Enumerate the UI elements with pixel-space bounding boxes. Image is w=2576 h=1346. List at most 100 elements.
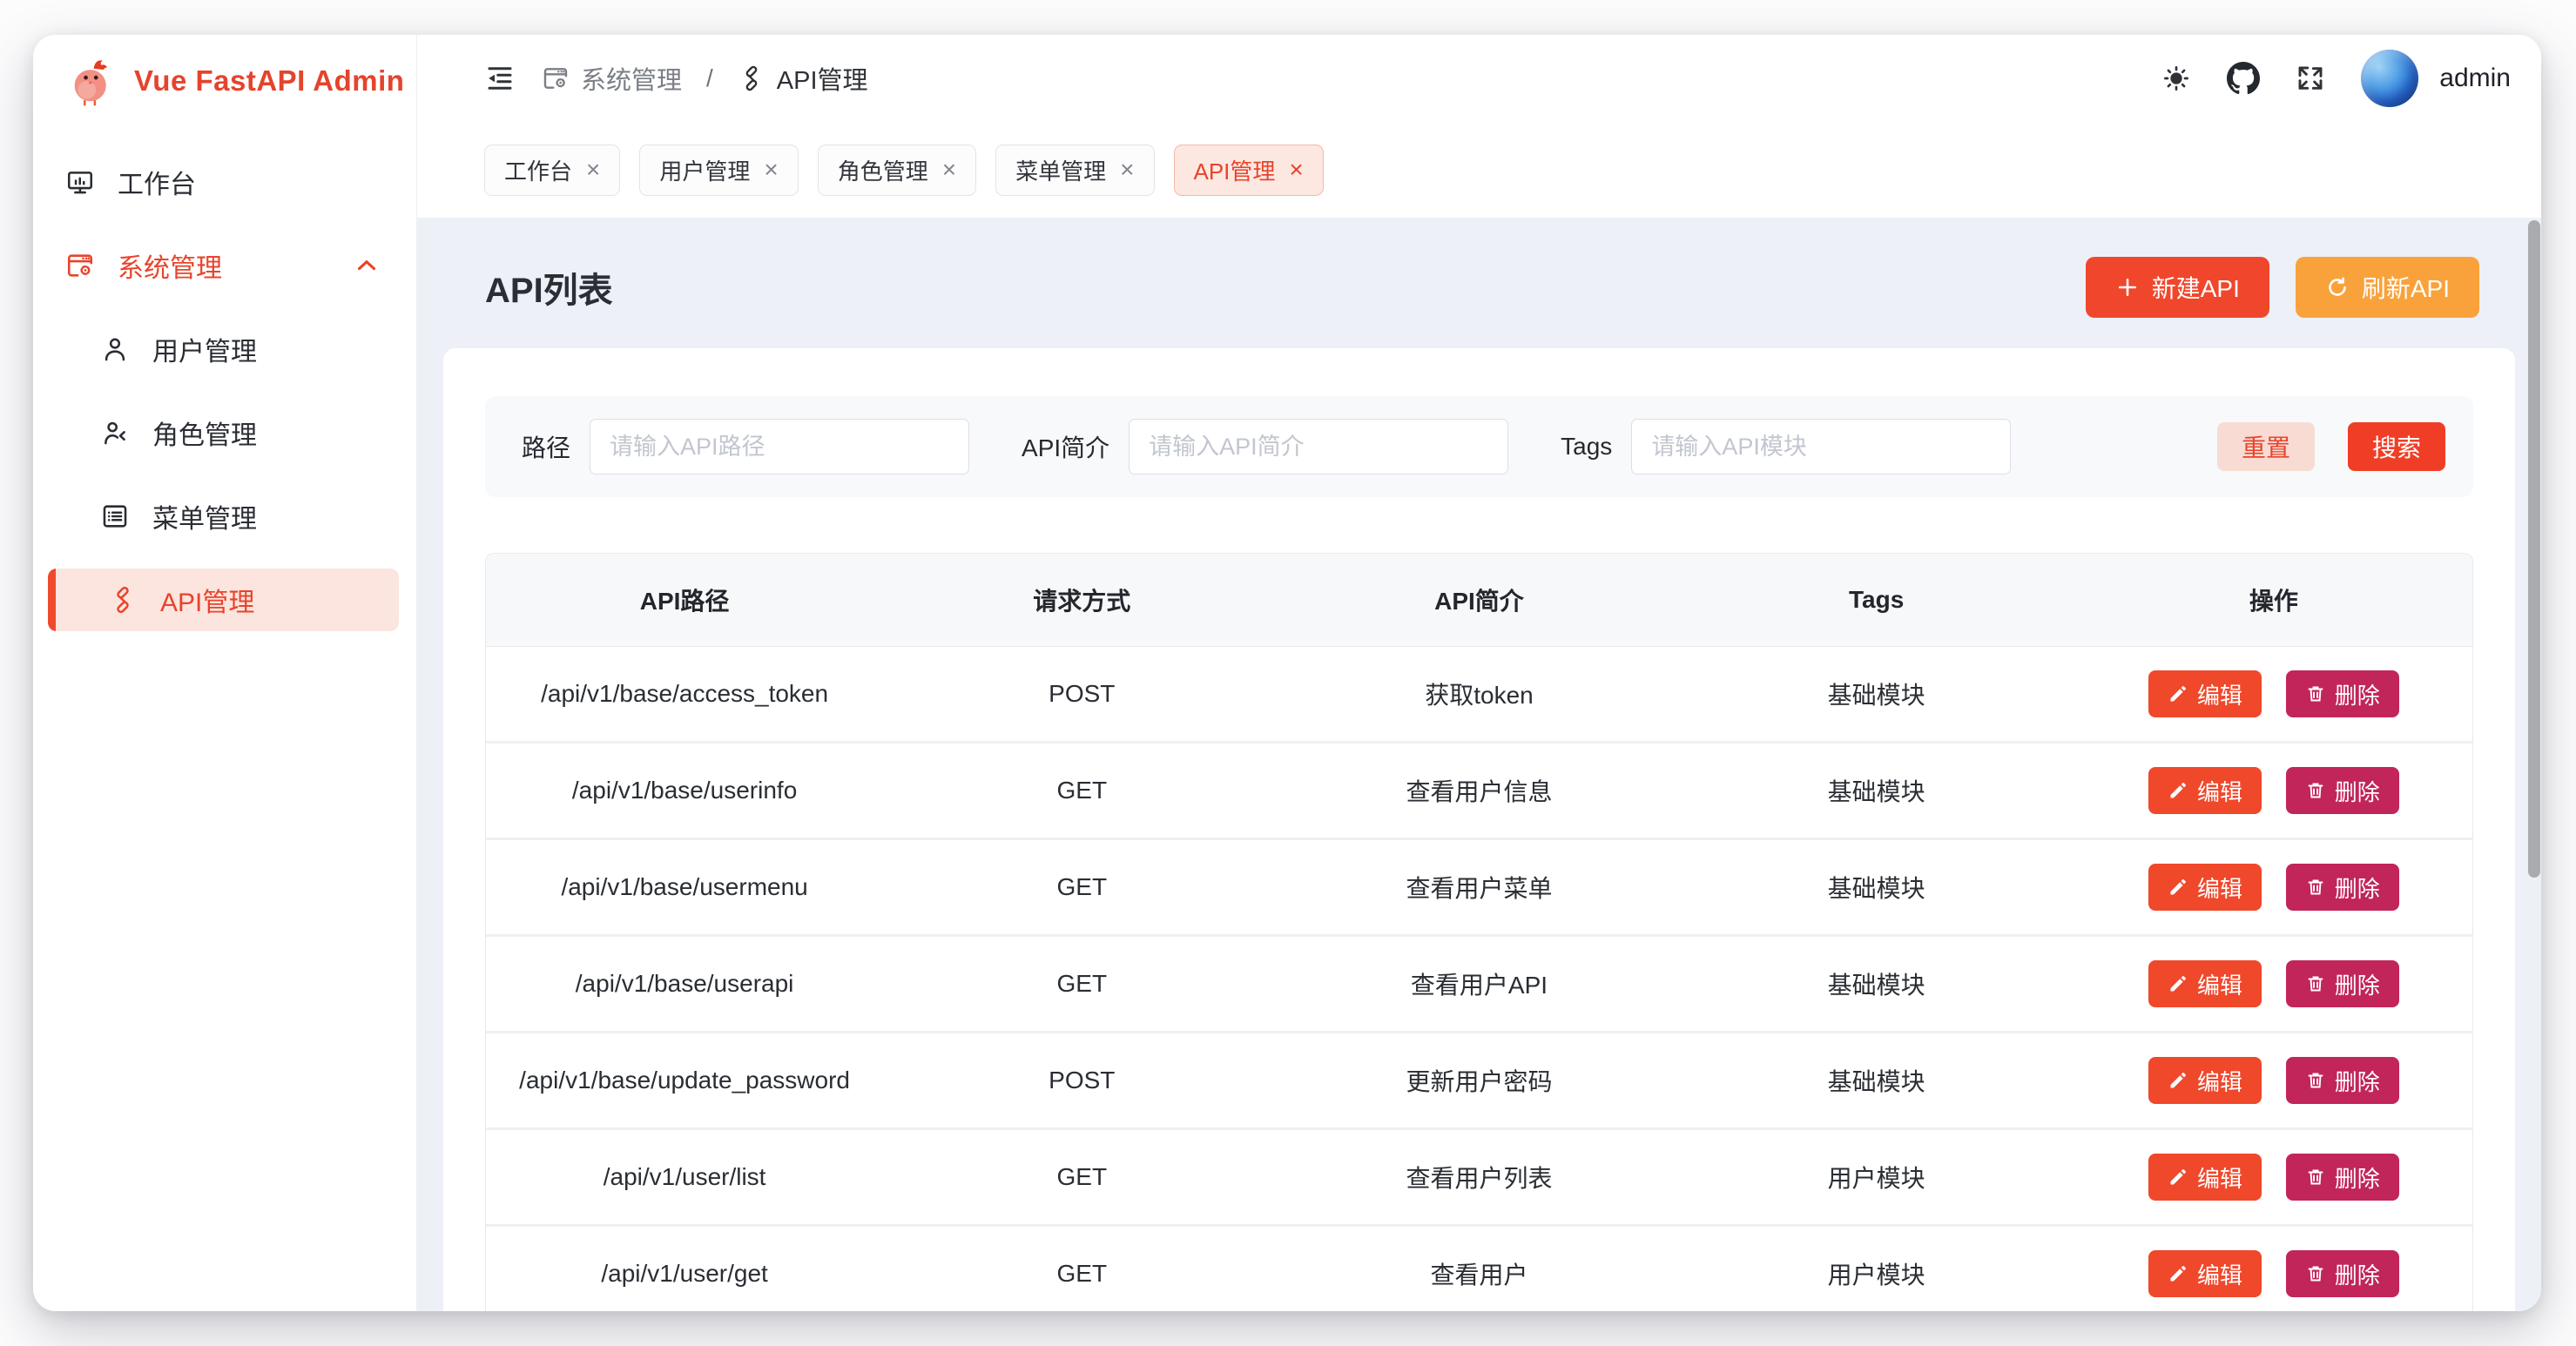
button-label: 编辑 [2197, 775, 2242, 807]
table-header: API路径 请求方式 API简介 Tags 操作 [486, 554, 2472, 647]
search-button[interactable]: 搜索 [2348, 422, 2445, 471]
breadcrumb: 系统管理 / API管理 [542, 60, 868, 97]
content-column: 系统管理 / API管理 [417, 35, 2541, 1311]
breadcrumb-item-system[interactable]: 系统管理 [542, 60, 682, 97]
column-method: 请求方式 [883, 554, 1280, 647]
summary-filter-input[interactable] [1129, 419, 1508, 474]
sidebar-item-api[interactable]: API管理 [48, 569, 399, 631]
theme-toggle-button[interactable] [2162, 64, 2190, 92]
delete-button[interactable]: 删除 [2286, 1250, 2399, 1297]
trash-icon [2305, 1070, 2326, 1091]
username[interactable]: admin [2439, 64, 2511, 93]
chevron-up-icon [352, 251, 381, 280]
method-cell: GET [883, 743, 1280, 839]
table-row: /api/v1/base/userapi GET 查看用户API 基础模块 编辑… [486, 936, 2472, 1033]
pencil-icon [2168, 1263, 2188, 1284]
delete-button[interactable]: 删除 [2286, 960, 2399, 1007]
tab[interactable]: 菜单管理 × [995, 145, 1154, 196]
column-actions: 操作 [2075, 554, 2472, 647]
user-avatar[interactable] [2361, 50, 2418, 107]
new-api-button[interactable]: 新建API [2086, 257, 2269, 318]
sidebar-item-menus[interactable]: 菜单管理 [48, 485, 399, 548]
edit-button[interactable]: 编辑 [2148, 864, 2262, 911]
tab[interactable]: 用户管理 × [639, 145, 798, 196]
sidebar-collapse-button[interactable] [484, 63, 516, 94]
refresh-icon [2325, 275, 2350, 299]
tags-cell: 基础模块 [1678, 1033, 2075, 1129]
menu-fold-icon [484, 63, 516, 94]
sidebar-item-system[interactable]: 系统管理 [48, 234, 399, 297]
system-settings-icon [65, 251, 95, 280]
table-row: /api/v1/user/list GET 查看用户列表 用户模块 编辑 删除 [486, 1129, 2472, 1226]
actions-cell: 编辑 删除 [2075, 936, 2472, 1033]
tab-close-icon[interactable]: × [764, 158, 778, 182]
tab-close-icon[interactable]: × [1289, 158, 1303, 182]
trash-icon [2305, 780, 2326, 801]
sidebar-item-workbench[interactable]: 工作台 [48, 151, 399, 213]
summary-filter-label: API简介 [1022, 429, 1109, 464]
reset-button[interactable]: 重置 [2217, 422, 2315, 471]
path-filter-input[interactable] [590, 419, 969, 474]
sidebar-item-label: 工作台 [118, 163, 196, 201]
breadcrumb-item-api[interactable]: API管理 [738, 60, 868, 97]
method-cell: GET [883, 839, 1280, 936]
pencil-icon [2168, 973, 2188, 994]
breadcrumb-label: API管理 [777, 60, 868, 97]
pencil-icon [2168, 877, 2188, 898]
button-label: 编辑 [2197, 678, 2242, 710]
table-row: /api/v1/base/userinfo GET 查看用户信息 基础模块 编辑… [486, 743, 2472, 839]
delete-button[interactable]: 删除 [2286, 864, 2399, 911]
sidebar-item-roles[interactable]: 角色管理 [48, 401, 399, 464]
github-button[interactable] [2227, 62, 2260, 95]
tags-filter-input[interactable] [1631, 419, 2011, 474]
edit-button[interactable]: 编辑 [2148, 960, 2262, 1007]
table-row: /api/v1/base/usermenu GET 查看用户菜单 基础模块 编辑… [486, 839, 2472, 936]
vertical-scrollbar-thumb[interactable] [2528, 220, 2540, 878]
table-row: /api/v1/base/update_password POST 更新用户密码… [486, 1033, 2472, 1129]
method-cell: GET [883, 1226, 1280, 1312]
tab[interactable]: 角色管理 × [818, 145, 976, 196]
tab-label: 工作台 [504, 154, 572, 186]
fullscreen-button[interactable] [2296, 64, 2324, 92]
delete-button[interactable]: 删除 [2286, 1154, 2399, 1201]
refresh-api-button[interactable]: 刷新API [2296, 257, 2479, 318]
trash-icon [2305, 973, 2326, 994]
workbench-monitor-icon [65, 167, 95, 197]
delete-button[interactable]: 删除 [2286, 767, 2399, 814]
table-row: /api/v1/user/get GET 查看用户 用户模块 编辑 删除 [486, 1226, 2472, 1312]
edit-button[interactable]: 编辑 [2148, 1250, 2262, 1297]
app-title: Vue FastAPI Admin [134, 64, 404, 98]
tags-cell: 基础模块 [1678, 647, 2075, 743]
summary-cell: 查看用户 [1280, 1226, 1677, 1312]
api-path-cell: /api/v1/base/userapi [486, 936, 883, 1033]
button-label: 编辑 [2197, 1161, 2242, 1194]
edit-button[interactable]: 编辑 [2148, 1154, 2262, 1201]
tab-label: 角色管理 [838, 154, 928, 186]
menu-list-icon [100, 501, 130, 531]
content-card: 路径 API简介 Tags 重置 搜索 API路径 请求方式 [443, 348, 2515, 1311]
tab[interactable]: API管理 × [1174, 145, 1324, 196]
edit-button[interactable]: 编辑 [2148, 670, 2262, 717]
button-label: 编辑 [2197, 1258, 2242, 1290]
tags-cell: 基础模块 [1678, 743, 2075, 839]
actions-cell: 编辑 删除 [2075, 839, 2472, 936]
tab-close-icon[interactable]: × [586, 158, 600, 182]
path-filter-label: 路径 [522, 429, 570, 464]
pencil-icon [2168, 1070, 2188, 1091]
api-plug-icon [108, 585, 138, 615]
tags-cell: 用户模块 [1678, 1226, 2075, 1312]
delete-button[interactable]: 删除 [2286, 670, 2399, 717]
tab-close-icon[interactable]: × [942, 158, 956, 182]
edit-button[interactable]: 编辑 [2148, 767, 2262, 814]
button-label: 新建API [2152, 270, 2240, 305]
delete-button[interactable]: 删除 [2286, 1057, 2399, 1104]
button-label: 删除 [2335, 678, 2380, 710]
edit-button[interactable]: 编辑 [2148, 1057, 2262, 1104]
sidebar-item-users[interactable]: 用户管理 [48, 318, 399, 380]
method-cell: GET [883, 936, 1280, 1033]
tab-close-icon[interactable]: × [1120, 158, 1134, 182]
summary-cell: 查看用户API [1280, 936, 1677, 1033]
user-icon [100, 334, 130, 364]
tab[interactable]: 工作台 × [484, 145, 620, 196]
top-header: 系统管理 / API管理 [417, 35, 2541, 122]
